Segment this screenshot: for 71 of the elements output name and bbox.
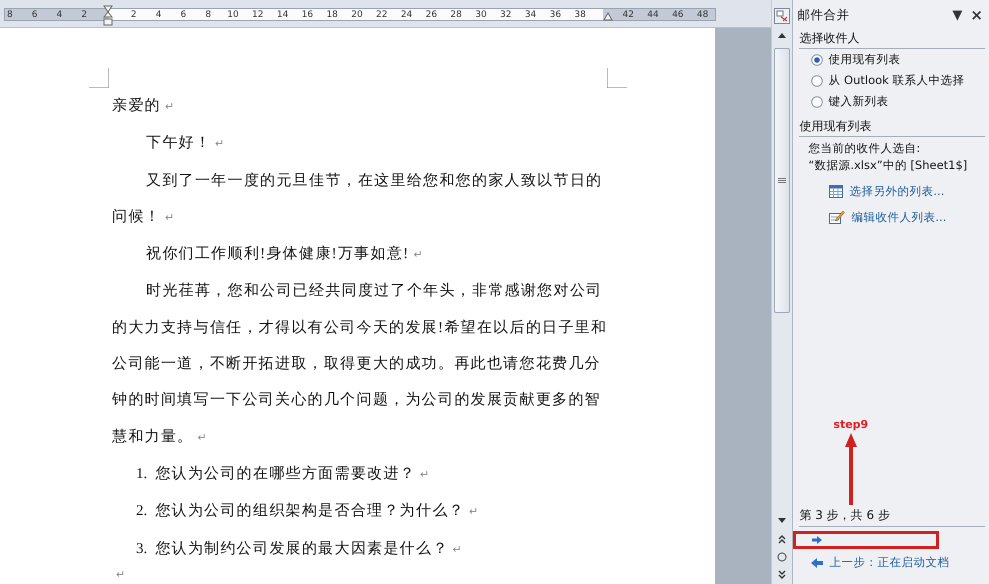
ruler-number: 26 [424, 10, 438, 20]
previous-step-link[interactable]: 上一步：正在启动文档 [811, 555, 989, 570]
close-button[interactable]: × [968, 6, 985, 24]
indent-marker-icon[interactable] [103, 5, 113, 27]
ruler-number: 36 [548, 10, 562, 20]
paragraph-text: 祝你们工作顺利!身体健康!万事如意! ↵ [145, 244, 424, 264]
ruler-number: 8 [204, 10, 212, 20]
pane-link[interactable]: 选择另外的列表... [799, 178, 989, 204]
ruler-number: 14 [276, 10, 290, 20]
ruler-number: 22 [375, 10, 388, 20]
next-page-icon[interactable] [776, 569, 788, 581]
edit-list-icon [829, 210, 846, 224]
annotation-arrow [844, 433, 857, 505]
list-number: 1. [136, 464, 148, 484]
forward-arrow-icon [812, 536, 822, 544]
crop-mark-icon [89, 68, 109, 88]
ruler-number: 42 [621, 10, 635, 20]
ruler-number: 4 [154, 10, 162, 20]
scroll-thumb[interactable] [774, 48, 790, 313]
ruler-number: 44 [646, 10, 660, 20]
section-heading: 使用现有列表 [799, 118, 985, 137]
annotation-label: step9 [833, 418, 868, 431]
ruler-number: 2 [130, 10, 138, 20]
ruler-number: 34 [524, 10, 538, 20]
ruler-number: 6 [30, 10, 38, 20]
paragraph-mark: ↵ [116, 568, 125, 581]
paragraph-text: 时光荏苒，您和公司已经共同度过了个年头，非常感谢您对公司的大力支持与信任，才得以有公司今天的发展!希望在以后的日子里和公司能一道，不断开拓进取，取得更大的成功。再此也请您花费几分钟的时间填写一下公司关心的几个问题，为公司的发展贡献更多的智慧和力量。 ↵ [112, 281, 608, 447]
scroll-down-icon[interactable] [776, 515, 788, 525]
ruler-number: 30 [474, 10, 488, 20]
right-indent-marker-icon[interactable] [603, 12, 613, 22]
ruler-number: 24 [400, 10, 414, 20]
pane-title: 邮件合并 [797, 6, 850, 24]
task-pane-icon[interactable] [774, 8, 790, 24]
ruler-number: 48 [696, 10, 710, 20]
radio-button[interactable] [811, 74, 824, 86]
ruler-number: 32 [499, 10, 512, 20]
list-number: 2. [136, 502, 148, 522]
ruler-number: 6 [180, 10, 188, 20]
radio-option[interactable]: 使用现有列表 [799, 49, 989, 70]
paragraph-text: 亲爱的 ↵ [112, 96, 175, 116]
crop-mark-icon [607, 68, 627, 88]
list-number: 3. [136, 540, 148, 559]
pane-menu-button[interactable]: ▼ [950, 8, 964, 22]
paragraph-text: 又到了一年一度的元旦佳节，在这里给您和您的家人致以节日的问候！ ↵ [112, 171, 604, 227]
ruler-number: 28 [449, 10, 463, 20]
step-indicator: 第 3 步，共 6 步 [799, 507, 985, 527]
back-arrow-icon [811, 558, 824, 568]
pane-link[interactable]: 编辑收件人列表... [799, 204, 989, 230]
info-text: “数据源.xlsx”中的 [Sheet1$] [807, 158, 968, 174]
ruler-number: 12 [251, 10, 264, 20]
table-icon [829, 184, 844, 198]
list-item-text: 您认为公司的在哪些方面需要改进？ ↵ [155, 464, 430, 484]
list-item-text: 您认为制约公司发展的最大因素是什么？ ↵ [155, 540, 462, 559]
section-heading: 选择收件人 [799, 30, 985, 49]
ruler-number: 46 [671, 10, 685, 20]
radio-button[interactable] [811, 96, 824, 108]
paragraph-text: 下午好！ ↵ [145, 134, 226, 154]
ruler-number: 2 [80, 10, 88, 20]
list-item-text: 您认为公司的组织架构是否合理？为什么？ ↵ [155, 502, 478, 522]
select-browse-object-icon[interactable] [776, 551, 788, 563]
ruler-number: 18 [325, 10, 339, 20]
ruler-number: 10 [226, 10, 240, 20]
ruler-number: 4 [56, 10, 64, 20]
ruler-number: 20 [350, 10, 364, 20]
ruler-number: 38 [573, 10, 587, 20]
ruler-number: 16 [300, 10, 314, 20]
radio-button[interactable] [811, 54, 824, 66]
ruler-number: 8 [6, 10, 14, 20]
radio-option[interactable]: 键入新列表 [799, 91, 989, 112]
info-text: 您当前的收件人选自: [807, 141, 922, 157]
radio-option[interactable]: 从 Outlook 联系人中选择 [799, 70, 989, 91]
